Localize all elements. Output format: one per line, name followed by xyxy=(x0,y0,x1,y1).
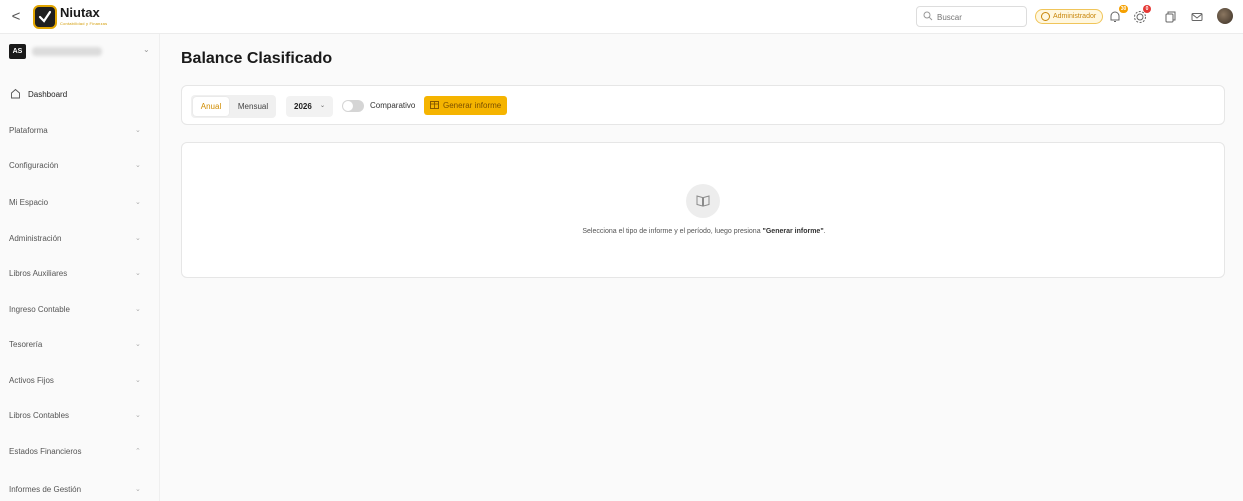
mail-icon[interactable] xyxy=(1190,10,1204,24)
alerts-badge: 0 xyxy=(1143,5,1151,13)
sidebar-item-label: Libros Auxiliares xyxy=(9,269,68,278)
year-select[interactable]: 2026 ⌄ xyxy=(286,96,333,117)
chevron-down-icon: ⌄ xyxy=(135,341,141,348)
sidebar-item-label: Administración xyxy=(9,234,62,243)
sidebar-item-libros-contables[interactable]: Libros Contables ⌄ xyxy=(9,407,149,425)
logo-icon xyxy=(33,5,57,29)
sidebar-item-label: Dashboard xyxy=(28,90,68,99)
chevron-down-icon: ⌄ xyxy=(135,199,141,206)
sidebar-item-label: Ingreso Contable xyxy=(9,305,70,314)
sidebar-item-ingreso-contable[interactable]: Ingreso Contable ⌄ xyxy=(9,301,149,319)
empty-state-card: Selecciona el tipo de informe y el perío… xyxy=(181,142,1225,278)
copy-icon[interactable] xyxy=(1163,10,1177,24)
empty-state-message: Selecciona el tipo de informe y el perío… xyxy=(582,228,826,235)
sidebar-item-label: Libros Contables xyxy=(9,411,70,420)
chevron-down-icon: ⌄ xyxy=(135,162,141,169)
year-value: 2026 xyxy=(294,102,312,111)
generate-report-button[interactable]: Generar informe xyxy=(424,96,507,115)
sidebar-item-libros-auxiliares[interactable]: Libros Auxiliares ⌄ xyxy=(9,265,149,283)
sidebar-item-estados-financieros[interactable]: Estados Financieros ⌃ xyxy=(9,443,149,461)
brand-tagline: Contabilidad y Finanzas xyxy=(60,21,108,26)
chevron-down-icon: ⌄ xyxy=(135,377,141,384)
home-icon xyxy=(11,88,20,99)
sidebar-item-label: Activos Fijos xyxy=(9,376,54,385)
filter-bar: Anual Mensual 2026 ⌄ Comparativo Generar… xyxy=(181,85,1225,125)
chevron-down-icon: ⌄ xyxy=(135,235,141,242)
company-badge: AS xyxy=(9,44,26,59)
chevron-up-icon: ⌃ xyxy=(135,448,141,455)
tab-mensual[interactable]: Mensual xyxy=(232,97,274,116)
toggle-knob xyxy=(343,101,353,111)
sidebar-item-label: Tesorería xyxy=(9,340,43,349)
sidebar-item-tesoreria[interactable]: Tesorería ⌄ xyxy=(9,336,149,354)
company-selector[interactable]: AS ⌄ xyxy=(9,44,150,62)
company-name-blurred xyxy=(32,47,102,56)
role-label: Administrador xyxy=(1053,13,1097,20)
notifications-badge: 30 xyxy=(1119,5,1128,13)
sidebar-item-configuracion[interactable]: Configuración ⌄ xyxy=(9,157,149,175)
sidebar-item-label: Informes de Gestión xyxy=(9,485,82,494)
chevron-down-icon: ⌄ xyxy=(320,103,326,109)
sidebar-item-informes-gestion[interactable]: Informes de Gestión ⌄ xyxy=(9,481,149,499)
comparativo-toggle[interactable] xyxy=(342,100,364,112)
table-icon xyxy=(430,101,439,109)
chevron-down-icon: ⌄ xyxy=(135,486,141,493)
sidebar-item-plataforma[interactable]: Plataforma ⌄ xyxy=(9,122,149,140)
chevron-down-icon: ⌄ xyxy=(135,412,141,419)
sidebar-item-activos-fijos[interactable]: Activos Fijos ⌄ xyxy=(9,372,149,390)
search-box[interactable] xyxy=(916,6,1027,27)
brand-name: Niutax xyxy=(60,5,100,20)
role-badge[interactable]: Administrador xyxy=(1035,9,1104,24)
search-input[interactable] xyxy=(937,10,1022,24)
comparativo-label: Comparativo xyxy=(370,101,416,110)
sidebar-item-dashboard[interactable]: Dashboard xyxy=(9,86,149,104)
chevron-down-icon: ⌄ xyxy=(143,45,150,54)
sidebar-item-label: Estados Financieros xyxy=(9,447,82,456)
sidebar-item-label: Mi Espacio xyxy=(9,198,49,207)
generate-report-label: Generar informe xyxy=(443,101,502,110)
tab-anual[interactable]: Anual xyxy=(193,97,229,116)
sidebar-item-mi-espacio[interactable]: Mi Espacio ⌄ xyxy=(9,194,149,212)
period-segmented-control: Anual Mensual xyxy=(191,95,276,118)
sidebar-item-administracion[interactable]: Administración ⌄ xyxy=(9,230,149,248)
user-icon xyxy=(1041,12,1050,21)
sidebar-item-label: Configuración xyxy=(9,161,59,170)
sidebar-item-label: Plataforma xyxy=(9,126,48,135)
search-icon xyxy=(923,11,933,21)
page-title: Balance Clasificado xyxy=(181,50,333,67)
avatar[interactable] xyxy=(1217,8,1233,24)
sidebar: AS ⌄ Dashboard Plataforma ⌄ Configuració… xyxy=(0,34,160,501)
back-button[interactable]: < xyxy=(8,8,24,26)
chevron-down-icon: ⌄ xyxy=(135,127,141,134)
chevron-down-icon: ⌄ xyxy=(135,270,141,277)
book-icon xyxy=(686,184,720,218)
chevron-down-icon: ⌄ xyxy=(135,306,141,313)
top-bar: < Niutax Contabilidad y Finanzas Adminis… xyxy=(0,0,1243,34)
